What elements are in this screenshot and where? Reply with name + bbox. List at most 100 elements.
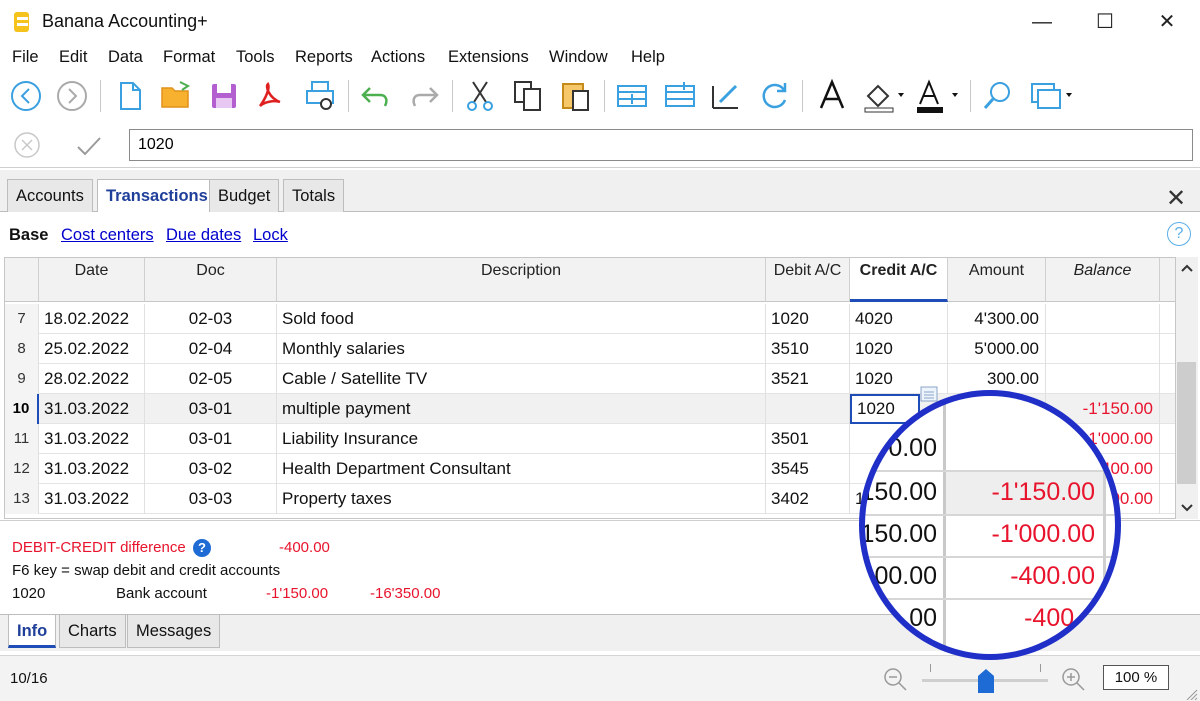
help-icon[interactable]: ? — [1167, 222, 1191, 246]
pdf-icon[interactable] — [252, 78, 288, 114]
column-header-balance[interactable]: Balance — [1046, 258, 1160, 302]
zoom-out-icon[interactable] — [882, 666, 908, 692]
credit-cell[interactable]: 4020 — [850, 304, 948, 334]
tab-accounts[interactable]: Accounts — [7, 179, 93, 212]
text-color-icon[interactable] — [912, 78, 966, 114]
amount-cell[interactable]: 5'000.00 — [948, 334, 1046, 364]
column-header-doc[interactable]: Doc — [145, 258, 277, 302]
back-icon[interactable] — [8, 78, 44, 114]
doc-cell[interactable]: 02-05 — [145, 364, 277, 394]
doc-cell[interactable]: 03-01 — [145, 394, 277, 424]
view-base[interactable]: Base — [9, 226, 48, 245]
menu-file[interactable]: File — [12, 48, 39, 67]
print-preview-icon[interactable] — [302, 78, 338, 114]
debit-cell[interactable] — [766, 394, 850, 424]
zoom-slider-handle[interactable] — [977, 668, 995, 694]
column-header-amount[interactable]: Amount — [948, 258, 1046, 302]
copy-icon[interactable] — [510, 78, 546, 114]
amount-cell[interactable]: 4'300.00 — [948, 304, 1046, 334]
menu-reports[interactable]: Reports — [295, 48, 353, 67]
minimize-button[interactable]: — — [1022, 8, 1062, 36]
fill-color-icon[interactable] — [860, 78, 912, 114]
edit-cell-icon[interactable] — [708, 78, 744, 114]
doc-cell[interactable]: 03-02 — [145, 454, 277, 484]
date-cell[interactable]: 18.02.2022 — [39, 304, 145, 334]
question-icon[interactable]: ? — [193, 539, 211, 557]
credit-cell[interactable]: 1020 — [850, 334, 948, 364]
confirm-edit-icon[interactable] — [74, 131, 104, 161]
debit-cell[interactable]: 3545 — [766, 454, 850, 484]
column-header-date[interactable]: Date — [39, 258, 145, 302]
close-window-button[interactable]: ✕ — [1147, 8, 1187, 36]
date-cell[interactable]: 31.03.2022 — [39, 484, 145, 514]
menu-data[interactable]: Data — [108, 48, 143, 67]
debit-cell[interactable]: 3521 — [766, 364, 850, 394]
cell-edit-input[interactable] — [129, 129, 1193, 161]
menu-window[interactable]: Window — [549, 48, 608, 67]
resize-grip-icon[interactable] — [1184, 688, 1198, 700]
tab-budget[interactable]: Budget — [209, 179, 280, 212]
table-row[interactable]: 7 18.02.2022 02-03 Sold food 1020 4020 4… — [5, 304, 1175, 334]
close-table-icon[interactable]: ✕ — [1166, 184, 1186, 213]
view-due-dates[interactable]: Due dates — [166, 226, 241, 245]
font-icon[interactable] — [814, 78, 850, 114]
tab-transactions[interactable]: Transactions — [97, 179, 217, 213]
paste-icon[interactable] — [558, 78, 594, 114]
search-icon[interactable] — [980, 78, 1016, 114]
description-cell[interactable]: Health Department Consultant — [277, 454, 766, 484]
menu-actions[interactable]: Actions — [371, 48, 425, 67]
forward-icon[interactable] — [54, 78, 90, 114]
new-file-icon[interactable] — [112, 78, 148, 114]
zoom-in-icon[interactable] — [1060, 666, 1086, 692]
undo-icon[interactable] — [358, 78, 394, 114]
window-layout-icon[interactable] — [1028, 78, 1080, 114]
view-cost-centers[interactable]: Cost centers — [61, 226, 154, 245]
column-header-debit[interactable]: Debit A/C — [766, 258, 850, 302]
menu-format[interactable]: Format — [163, 48, 215, 67]
open-folder-icon[interactable] — [158, 78, 194, 114]
doc-cell[interactable]: 03-03 — [145, 484, 277, 514]
date-cell[interactable]: 25.02.2022 — [39, 334, 145, 364]
tab-messages[interactable]: Messages — [127, 615, 221, 648]
menu-help[interactable]: Help — [631, 48, 665, 67]
description-cell[interactable]: Property taxes — [277, 484, 766, 514]
doc-cell[interactable]: 02-03 — [145, 304, 277, 334]
column-header-credit[interactable]: Credit A/C — [850, 258, 948, 302]
amount-cell[interactable]: 300.00 — [948, 364, 1046, 394]
menu-extensions[interactable]: Extensions — [448, 48, 529, 67]
redo-icon[interactable] — [406, 78, 442, 114]
scroll-up-icon[interactable] — [1180, 263, 1194, 273]
scrollbar-thumb[interactable] — [1177, 362, 1196, 484]
table-row[interactable]: 9 28.02.2022 02-05 Cable / Satellite TV … — [5, 364, 1175, 394]
view-lock[interactable]: Lock — [253, 226, 288, 245]
doc-cell[interactable]: 03-01 — [145, 424, 277, 454]
date-cell[interactable]: 31.03.2022 — [39, 454, 145, 484]
maximize-button[interactable]: ☐ — [1085, 8, 1125, 36]
save-icon[interactable] — [206, 78, 242, 114]
description-cell[interactable]: Liability Insurance — [277, 424, 766, 454]
column-header-description[interactable]: Description — [277, 258, 766, 302]
debit-cell[interactable]: 3510 — [766, 334, 850, 364]
date-cell[interactable]: 31.03.2022 — [39, 394, 145, 424]
cut-icon[interactable] — [462, 78, 498, 114]
cancel-edit-icon[interactable] — [12, 130, 42, 160]
table-row[interactable]: 8 25.02.2022 02-04 Monthly salaries 3510… — [5, 334, 1175, 364]
scroll-down-icon[interactable] — [1180, 503, 1194, 513]
description-cell[interactable]: Cable / Satellite TV — [277, 364, 766, 394]
doc-cell[interactable]: 02-04 — [145, 334, 277, 364]
date-cell[interactable]: 28.02.2022 — [39, 364, 145, 394]
zoom-level[interactable]: 100 % — [1103, 665, 1169, 690]
add-row-icon[interactable] — [614, 78, 650, 114]
debit-cell[interactable]: 3501 — [766, 424, 850, 454]
description-cell[interactable]: multiple payment — [277, 394, 766, 424]
tab-info[interactable]: Info — [8, 615, 57, 648]
debit-cell[interactable]: 3402 — [766, 484, 850, 514]
tab-totals[interactable]: Totals — [283, 179, 345, 212]
description-cell[interactable]: Sold food — [277, 304, 766, 334]
debit-cell[interactable]: 1020 — [766, 304, 850, 334]
description-cell[interactable]: Monthly salaries — [277, 334, 766, 364]
tab-charts[interactable]: Charts — [59, 615, 126, 648]
menu-tools[interactable]: Tools — [236, 48, 275, 67]
date-cell[interactable]: 31.03.2022 — [39, 424, 145, 454]
insert-row-icon[interactable] — [662, 78, 698, 114]
